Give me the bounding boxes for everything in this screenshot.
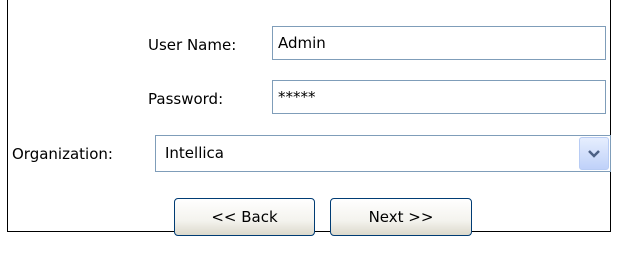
chevron-down-icon [588, 150, 600, 158]
username-value: Admin [278, 34, 326, 52]
dropdown-button[interactable] [579, 137, 609, 170]
organization-selected-value: Intellica [165, 144, 224, 162]
organization-select[interactable]: Intellica [155, 135, 611, 172]
organization-label: Organization: [12, 145, 113, 163]
password-value: ***** [278, 88, 316, 106]
username-input[interactable]: Admin [272, 26, 606, 60]
password-label: Password: [148, 90, 224, 108]
back-button[interactable]: << Back [174, 198, 315, 236]
next-button[interactable]: Next >> [330, 198, 472, 236]
username-label: User Name: [148, 36, 237, 54]
password-input[interactable]: ***** [272, 80, 606, 114]
